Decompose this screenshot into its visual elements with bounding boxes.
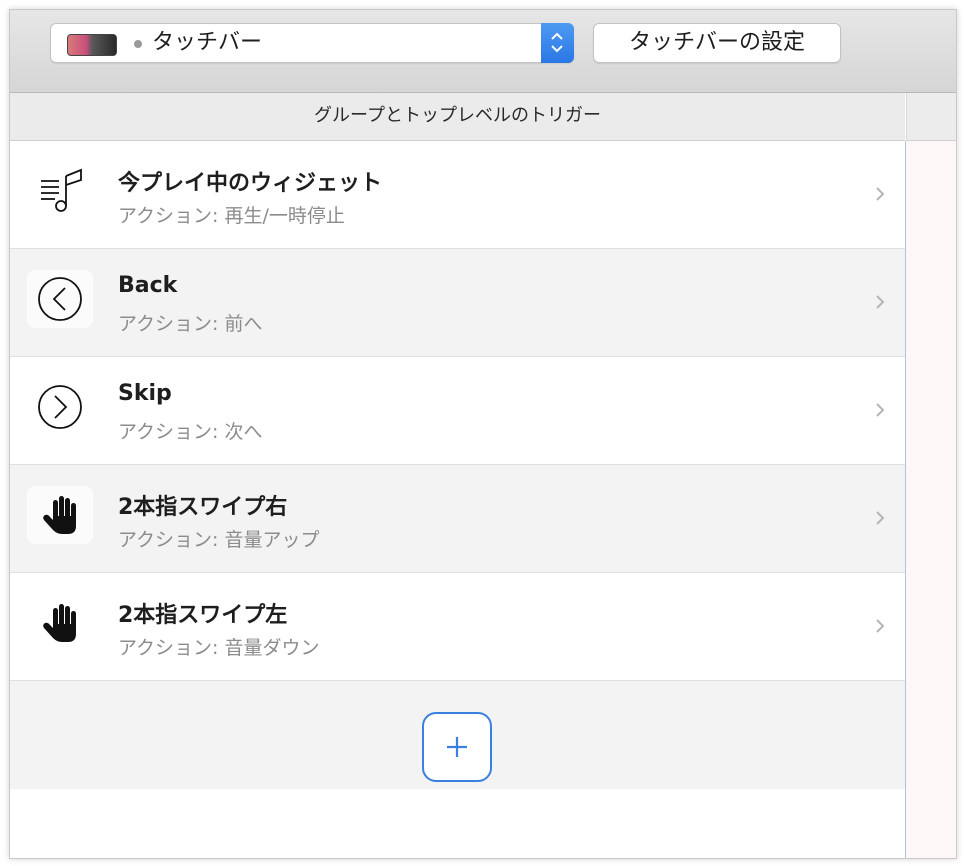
plus-icon [447,737,467,757]
selector-label: タッチバー [152,30,263,55]
toolbar: タッチバー タッチバーの設定 [10,10,956,93]
row-action: アクション: 再生/一時停止 [118,205,345,227]
row-action: アクション: 音量アップ [118,529,320,551]
circle-chevron-right-icon [27,378,93,436]
chevron-up-icon [551,32,563,40]
hand-icon [27,594,93,652]
add-trigger-button[interactable] [422,712,492,782]
trigger-row[interactable]: 2本指スワイプ右 アクション: 音量アップ [10,465,905,573]
table-header: グループとトップレベルのトリガー [10,93,905,141]
chevron-right-icon [876,619,885,633]
circle-chevron-left-icon [27,270,93,328]
selector-stepper[interactable] [541,23,574,63]
row-title: 2本指スワイプ右 [118,495,288,520]
header-right-pane [906,93,956,141]
add-trigger-area [10,681,905,789]
touchbar-settings-button[interactable]: タッチバーの設定 [593,23,841,63]
row-title: Back [118,273,178,298]
chevron-right-icon [876,187,885,201]
row-action: アクション: 次へ [118,421,263,443]
touchbar-selector[interactable]: タッチバー [50,23,574,63]
chevron-right-icon [876,403,885,417]
row-title: Skip [118,381,172,406]
chevron-right-icon [876,511,885,525]
touchbar-thumbnail-icon [67,34,117,56]
row-title: 2本指スワイプ左 [118,603,288,628]
app-window: タッチバー タッチバーの設定 グループとトップレベルのトリガー 今プレイ中のウィ… [9,9,957,859]
detail-pane [905,141,956,858]
trigger-list: 今プレイ中のウィジェット アクション: 再生/一時停止 Back アクション: … [10,141,905,681]
music-note-icon [27,162,93,220]
trigger-row[interactable]: Back アクション: 前へ [10,249,905,357]
hand-icon [27,486,93,544]
trigger-row[interactable]: 2本指スワイプ左 アクション: 音量ダウン [10,573,905,681]
chevron-down-icon [551,45,563,53]
trigger-row[interactable]: Skip アクション: 次へ [10,357,905,465]
chevron-right-icon [876,295,885,309]
row-title: 今プレイ中のウィジェット [118,171,383,196]
row-action: アクション: 音量ダウン [118,637,320,659]
bullet-dot [134,40,142,48]
trigger-row[interactable]: 今プレイ中のウィジェット アクション: 再生/一時停止 [10,141,905,249]
row-action: アクション: 前へ [118,313,263,335]
